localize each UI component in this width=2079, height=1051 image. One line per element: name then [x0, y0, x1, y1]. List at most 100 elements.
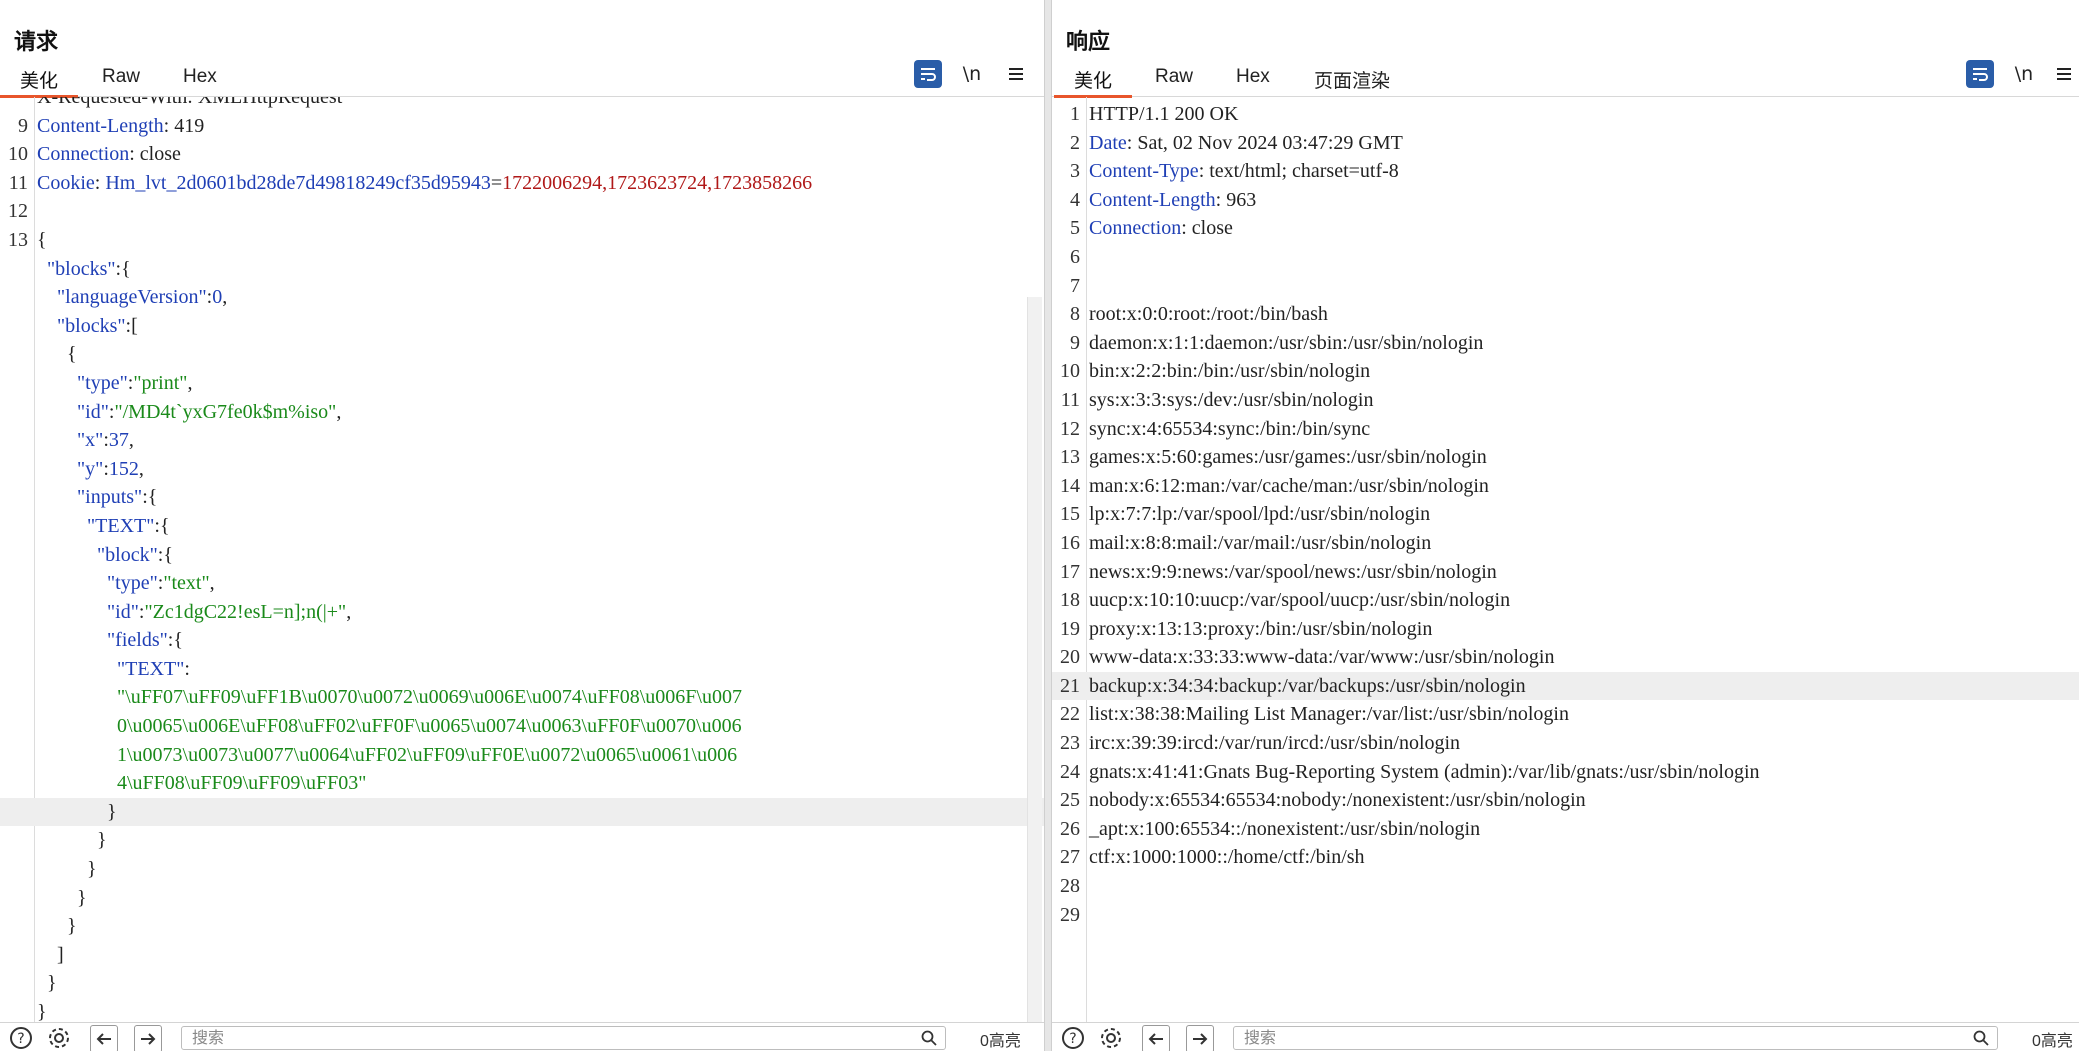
tab-raw[interactable]: Raw — [102, 66, 140, 96]
code-text: Content-Length: 963 — [1089, 186, 1256, 215]
code-token: } — [37, 858, 97, 881]
code-text: ] — [37, 941, 64, 970]
code-token: : 963 — [1215, 188, 1257, 211]
response-editor[interactable]: 1 HTTP/1.1 200 OK 2 Date: Sat, 02 Nov 2024 … — [1052, 97, 2079, 1023]
line-number: 17 — [1060, 560, 1080, 583]
code-token: Hm_lvt_2d0601bd28de7d49818249cf35d95943 — [105, 171, 491, 194]
line-number: 19 — [1060, 617, 1080, 640]
code-text: } — [37, 798, 117, 827]
code-line: } — [0, 969, 1046, 998]
line-number: 16 — [1060, 531, 1080, 554]
help-button[interactable]: ? — [8, 1025, 34, 1051]
line-number: 11 — [8, 171, 28, 194]
newline-toggle[interactable]: \n — [2010, 60, 2038, 88]
code-token: Date — [1089, 131, 1127, 154]
code-line: "languageVersion":0, — [0, 283, 1046, 312]
code-token: :{ — [157, 543, 173, 566]
code-token: www-data:x:33:33:www-data:/var/www:/usr/… — [1089, 646, 1555, 669]
code-token: "type" — [37, 572, 158, 595]
code-text: "block":{ — [37, 541, 173, 570]
code-token: lp:x:7:7:lp:/var/spool/lpd:/usr/sbin/nol… — [1089, 503, 1431, 526]
code-token: ] — [37, 943, 64, 966]
code-line: 25 nobody:x:65534:65534:nobody:/nonexiste… — [1052, 786, 2079, 815]
code-token: "languageVersion" — [37, 286, 207, 309]
next-button[interactable] — [134, 1025, 162, 1051]
code-token: "fields" — [37, 629, 168, 652]
code-text: "type":"text", — [37, 569, 215, 598]
code-token: :{ — [142, 486, 158, 509]
code-text: root:x:0:0:root:/root:/bin/bash — [1089, 300, 1328, 329]
line-number: 26 — [1060, 817, 1080, 840]
code-text: Content-Length: 419 — [37, 112, 204, 141]
code-token: 0 — [212, 286, 223, 309]
code-line: 18 uucp:x:10:10:uucp:/var/spool/uucp:/usr… — [1052, 586, 2079, 615]
prev-button[interactable] — [1142, 1025, 1170, 1051]
search-icon[interactable] — [921, 1030, 937, 1046]
request-menu-button[interactable] — [1002, 60, 1030, 88]
request-title: 请求 — [14, 29, 59, 54]
tab-hex[interactable]: Hex — [183, 66, 217, 96]
response-search-input[interactable]: 搜索 — [1233, 1026, 1998, 1050]
code-text: list:x:38:38:Mailing List Manager:/var/l… — [1089, 700, 1569, 729]
line-number: 23 — [1060, 732, 1080, 755]
code-token: sys:x:3:3:sys:/dev:/usr/sbin/nologin — [1089, 388, 1374, 411]
tab-raw[interactable]: Raw — [1155, 66, 1193, 96]
code-line: 11 Cookie: Hm_lvt_2d0601bd28de7d49818249c… — [0, 169, 1046, 198]
search-icon[interactable] — [1973, 1030, 1989, 1046]
code-line: "\uFF07\uFF09\uFF1B\u0070\u0072\u0069\u0… — [0, 683, 1046, 712]
code-token: } — [37, 886, 87, 909]
wrap-lines-button[interactable] — [1966, 60, 1994, 88]
code-text: gnats:x:41:41:Gnats Bug-Reporting System… — [1089, 758, 1760, 787]
code-token: } — [37, 972, 57, 995]
search-placeholder: 搜索 — [192, 1030, 225, 1047]
code-token: { — [37, 228, 47, 251]
code-line: 17 news:x:9:9:news:/var/spool/news:/usr/s… — [1052, 558, 2079, 587]
code-token: } — [37, 1001, 47, 1023]
code-token: :{ — [154, 514, 170, 537]
request-scrollbar[interactable] — [1027, 297, 1042, 1023]
pane-divider[interactable] — [1044, 0, 1052, 1051]
wrap-lines-icon — [921, 68, 936, 81]
tab-render[interactable]: 页面渲染 — [1314, 66, 1390, 96]
tab-pretty[interactable]: 美化 — [0, 66, 79, 98]
line-number: 12 — [1060, 417, 1080, 440]
newline-toggle[interactable]: \n — [958, 60, 986, 88]
code-line: "type":"print", — [0, 369, 1046, 398]
response-menu-button[interactable] — [2050, 60, 2078, 88]
code-text: "id":"/MD4t`yxG7fe0k$m%iso", — [37, 398, 341, 427]
code-token: gnats:x:41:41:Gnats Bug-Reporting System… — [1089, 760, 1760, 783]
code-token: 1722006294,1723623724,1723858266 — [502, 171, 813, 194]
request-search-input[interactable]: 搜索 — [181, 1026, 946, 1050]
line-number: 4 — [1070, 188, 1080, 211]
request-editor[interactable]: X-Requested-With: XMLHttpRequest 9 Content… — [0, 97, 1046, 1023]
code-token: , — [187, 371, 193, 394]
code-text: sync:x:4:65534:sync:/bin:/bin/sync — [1089, 415, 1370, 444]
tab-hex[interactable]: Hex — [1236, 66, 1270, 96]
code-token: 37 — [108, 429, 129, 452]
response-tabs: 美化 Raw Hex 页面渲染 — [1052, 60, 2079, 98]
code-text: _apt:x:100:65534::/nonexistent:/usr/sbin… — [1089, 815, 1480, 844]
code-text: "inputs":{ — [37, 483, 157, 512]
code-text: daemon:x:1:1:daemon:/usr/sbin:/usr/sbin/… — [1089, 329, 1483, 358]
code-text: www-data:x:33:33:www-data:/var/www:/usr/… — [1089, 643, 1555, 672]
prev-button[interactable] — [90, 1025, 118, 1051]
help-button[interactable]: ? — [1060, 1025, 1086, 1051]
next-button[interactable] — [1186, 1025, 1214, 1051]
settings-button[interactable] — [1098, 1025, 1124, 1051]
line-number: 11 — [1060, 388, 1080, 411]
code-text: uucp:x:10:10:uucp:/var/spool/uucp:/usr/s… — [1089, 586, 1510, 615]
tab-pretty[interactable]: 美化 — [1053, 66, 1133, 98]
line-number: 6 — [1070, 245, 1080, 268]
menu-icon — [1009, 68, 1023, 80]
code-text: "type":"print", — [37, 369, 192, 398]
line-number: 7 — [1070, 274, 1080, 297]
settings-button[interactable] — [46, 1025, 72, 1051]
wrap-lines-button[interactable] — [914, 60, 942, 88]
code-text: Cookie: Hm_lvt_2d0601bd28de7d49818249cf3… — [37, 169, 812, 198]
code-token: backup:x:34:34:backup:/var/backups:/usr/… — [1089, 674, 1526, 697]
code-text: "blocks":{ — [37, 255, 131, 284]
line-number: 10 — [8, 143, 28, 166]
code-token: uucp:x:10:10:uucp:/var/spool/uucp:/usr/s… — [1089, 589, 1511, 612]
code-text: } — [37, 855, 97, 884]
code-text: games:x:5:60:games:/usr/games:/usr/sbin/… — [1089, 443, 1487, 472]
